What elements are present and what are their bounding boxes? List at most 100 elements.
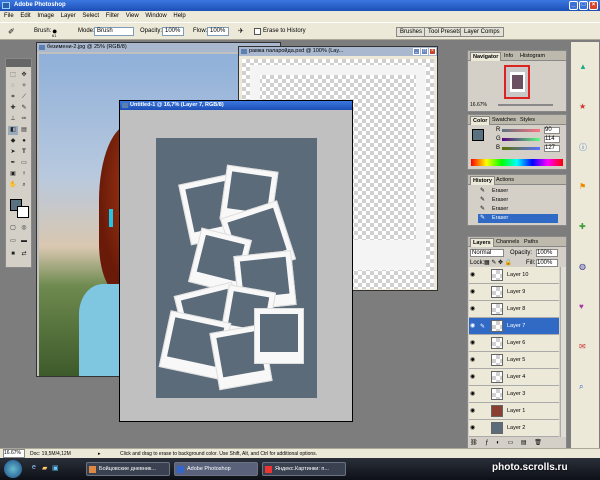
- layer-row[interactable]: ◉ Layer 10: [469, 267, 559, 284]
- search-icon[interactable]: ⌕: [579, 382, 583, 392]
- color-r-field[interactable]: 90: [544, 127, 560, 134]
- layer-comps-well[interactable]: Layer Comps: [460, 27, 504, 37]
- color-ramp[interactable]: [471, 159, 563, 166]
- history-item[interactable]: ✎ Eraser: [478, 196, 558, 205]
- maximize-icon[interactable]: □: [579, 1, 588, 10]
- start-button[interactable]: [4, 460, 22, 478]
- flag-icon[interactable]: ⚑: [579, 182, 586, 191]
- quick-mask-off-icon[interactable]: ▢: [8, 224, 18, 233]
- color-fg-swatch[interactable]: [472, 129, 484, 141]
- mail-icon[interactable]: ✉: [579, 342, 586, 351]
- toolbox-header[interactable]: [6, 59, 31, 67]
- slice-tool-icon[interactable]: ⟋: [19, 93, 29, 102]
- layer-row[interactable]: ◉ Layer 8: [469, 301, 559, 318]
- menu-image[interactable]: Image: [37, 13, 54, 19]
- gradient-tool-icon[interactable]: ▤: [19, 126, 29, 135]
- tab-styles[interactable]: Styles: [518, 116, 537, 125]
- navigator-thumbnail[interactable]: [504, 65, 530, 99]
- flow-field[interactable]: 100%: [207, 27, 229, 36]
- layers-scrollbar[interactable]: [560, 267, 566, 437]
- close-icon[interactable]: ×: [429, 48, 436, 55]
- tab-swatches[interactable]: Swatches: [490, 116, 518, 125]
- layer-row[interactable]: ◉ Layer 5: [469, 352, 559, 369]
- layer-row[interactable]: ◉ Layer 1: [469, 403, 559, 420]
- eyedropper-tool-icon[interactable]: ⟊: [19, 170, 29, 179]
- airbrush-icon[interactable]: ✈: [238, 27, 244, 36]
- quick-mask-on-icon[interactable]: ◎: [19, 224, 29, 233]
- layer-row[interactable]: ◉ Layer 3: [469, 386, 559, 403]
- eraser-tool-icon[interactable]: ◧: [8, 126, 18, 135]
- tool-presets-well[interactable]: Tool Presets: [424, 27, 466, 37]
- dodge-tool-icon[interactable]: ●: [19, 137, 29, 146]
- status-zoom[interactable]: 16.67%: [3, 449, 25, 458]
- globe-icon[interactable]: ◍: [579, 262, 586, 271]
- tab-info[interactable]: Info: [502, 52, 515, 61]
- visibility-eye-icon[interactable]: ◉: [470, 289, 478, 296]
- maximize-icon[interactable]: □: [421, 48, 428, 55]
- color-r-slider[interactable]: [502, 129, 540, 132]
- tab-color[interactable]: Color: [470, 116, 491, 125]
- visibility-eye-icon[interactable]: ◉: [470, 374, 478, 381]
- task-diary[interactable]: Бойцовские дневник...: [86, 462, 170, 476]
- plus-icon[interactable]: ✚: [579, 222, 586, 231]
- layer-opacity-field[interactable]: 100%: [536, 249, 558, 257]
- erase-history-checkbox[interactable]: [254, 28, 261, 35]
- tab-channels[interactable]: Channels: [494, 238, 521, 247]
- jump-to-imageready-icon[interactable]: ⇄: [19, 250, 29, 259]
- quicklaunch-ie-icon[interactable]: e: [32, 464, 36, 471]
- move-tool-icon[interactable]: ✥: [19, 71, 29, 80]
- menu-select[interactable]: Select: [82, 13, 99, 19]
- document-window-untitled[interactable]: Untitled-1 @ 16,7% (Layer 7, RGB/8): [119, 100, 353, 422]
- minimize-icon[interactable]: _: [569, 1, 578, 10]
- history-brush-tool-icon[interactable]: ✑: [19, 115, 29, 124]
- screen-mode-full-icon[interactable]: ▬: [19, 237, 29, 246]
- star-icon[interactable]: ★: [579, 102, 586, 111]
- visibility-eye-icon[interactable]: ◉: [470, 391, 478, 398]
- crop-tool-icon[interactable]: ⌗: [8, 93, 18, 102]
- blend-mode-select[interactable]: Normal: [470, 249, 504, 257]
- menu-window[interactable]: Window: [145, 13, 166, 19]
- heart-icon[interactable]: ♥: [579, 302, 584, 311]
- tab-history[interactable]: History: [470, 176, 495, 185]
- opacity-field[interactable]: 100%: [162, 27, 184, 36]
- menu-help[interactable]: Help: [173, 13, 185, 19]
- visibility-eye-icon[interactable]: ◉: [470, 425, 478, 432]
- path-select-tool-icon[interactable]: ➤: [8, 148, 18, 157]
- marquee-tool-icon[interactable]: ⬚: [8, 71, 18, 80]
- menu-filter[interactable]: Filter: [106, 13, 119, 19]
- layer-row[interactable]: ◉ Layer 9: [469, 284, 559, 301]
- zoom-tool-icon[interactable]: ⌕: [19, 181, 29, 190]
- screen-mode-black-icon[interactable]: ■: [8, 250, 18, 259]
- visibility-eye-icon[interactable]: ◉: [470, 408, 478, 415]
- status-arrow-icon[interactable]: ▸: [98, 449, 101, 458]
- minimize-icon[interactable]: _: [413, 48, 420, 55]
- fill-field[interactable]: 100%: [536, 259, 558, 267]
- lock-icon[interactable]: ▦ ✎ ✥ 🔒: [484, 259, 512, 266]
- visibility-eye-icon[interactable]: ◉: [470, 306, 478, 313]
- menu-edit[interactable]: Edit: [20, 13, 30, 19]
- type-tool-icon[interactable]: T: [19, 148, 29, 157]
- lasso-tool-icon[interactable]: ◌: [8, 82, 18, 91]
- quicklaunch-desktop-icon[interactable]: ▣: [52, 464, 59, 472]
- color-g-field[interactable]: 114: [544, 136, 560, 143]
- tab-paths[interactable]: Paths: [522, 238, 540, 247]
- close-icon[interactable]: ×: [589, 1, 598, 10]
- visibility-eye-icon[interactable]: ◉: [470, 340, 478, 347]
- layer-row[interactable]: ◉ Layer 4: [469, 369, 559, 386]
- navigator-zoom-slider[interactable]: [498, 104, 553, 106]
- menu-file[interactable]: File: [4, 13, 14, 19]
- hand-tool-icon[interactable]: ✋: [8, 181, 18, 190]
- menu-layer[interactable]: Layer: [61, 13, 76, 19]
- quicklaunch-folder-icon[interactable]: ▰: [42, 464, 47, 472]
- eraser-tool-icon[interactable]: ✐: [8, 27, 15, 36]
- navigator-zoom[interactable]: 16.67%: [470, 102, 487, 108]
- document-title-bar[interactable]: рамка паларойда.psd @ 100% (Lay...: [239, 47, 437, 56]
- menu-view[interactable]: View: [126, 13, 139, 19]
- healing-brush-tool-icon[interactable]: ✚: [8, 104, 18, 113]
- background-color-swatch[interactable]: [17, 206, 29, 218]
- color-g-slider[interactable]: [502, 138, 540, 141]
- notes-tool-icon[interactable]: ▣: [8, 170, 18, 179]
- history-item[interactable]: ✎ Eraser: [478, 205, 558, 214]
- history-item[interactable]: ✎ Eraser: [478, 187, 558, 196]
- history-item-selected[interactable]: ✎ Eraser: [478, 214, 558, 223]
